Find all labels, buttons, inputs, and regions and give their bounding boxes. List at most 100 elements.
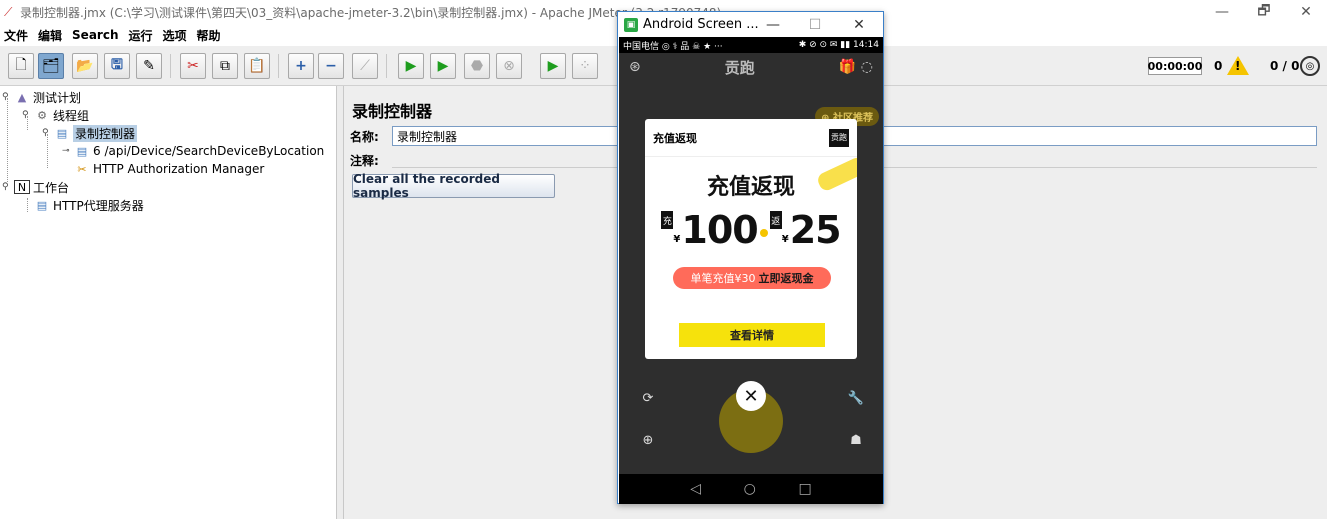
expand-toggle-icon[interactable]: ⚲ <box>2 182 14 192</box>
charge-amount: 100 <box>681 208 758 252</box>
promo-popup: 充值返现 贡跑 充值返现 充 ¥ 100 返 ¥ 25 单笔充值¥30 立即返现… <box>645 119 857 359</box>
tree-node-label: 6 /api/Device/SearchDeviceByLocation <box>93 144 325 158</box>
new-icon[interactable]: 🗋 <box>8 53 34 79</box>
menu-search[interactable]: Search <box>72 28 118 42</box>
expand-toggle-icon[interactable]: ⊸ <box>62 146 74 156</box>
nav-recent-icon[interactable]: □ <box>798 481 811 497</box>
promo-title: 充值返现 <box>706 175 795 200</box>
menu-file[interactable]: 文件 <box>4 27 28 44</box>
android-close-button[interactable]: ✕ <box>842 12 876 37</box>
proxy-icon: ▤ <box>36 198 48 212</box>
warning-count: 0 <box>1214 59 1223 73</box>
tree-node-test-plan[interactable]: ⚲ ▲ 测试计划 <box>2 88 81 106</box>
tree-node-workbench[interactable]: ⚲ N 工作台 <box>2 178 69 196</box>
comment-label: 注释: <box>350 153 379 168</box>
collapse-icon[interactable]: − <box>318 53 344 79</box>
status-right: ✱ ⊘ ⊙ ✉ ▮▮ 14:14 <box>798 40 879 50</box>
start-icon[interactable]: ▶ <box>398 53 424 79</box>
app-brand: 贡跑 <box>724 58 755 77</box>
jmeter-feather-icon: ⟋ <box>4 4 13 19</box>
popup-header-title: 充值返现 <box>653 131 697 145</box>
clear-recorded-samples-button[interactable]: Clear all the recorded samples <box>352 172 555 200</box>
templates-icon[interactable]: 🗂 <box>38 53 64 79</box>
popup-close-icon[interactable]: ✕ <box>736 381 766 411</box>
cut-icon[interactable]: ✂ <box>180 53 206 79</box>
save-icon[interactable]: 🖫 <box>104 53 130 79</box>
tree-node-label: 录制控制器 <box>73 124 138 142</box>
copy-icon[interactable]: ⧉ <box>212 53 238 79</box>
gift-message-icon[interactable]: 🎁 ◌ <box>839 59 873 75</box>
expand-icon[interactable]: + <box>288 53 314 79</box>
refresh-icon[interactable]: ⟳ <box>639 389 657 407</box>
remote-globe-icon[interactable]: ◎ <box>1300 56 1320 76</box>
user-icon[interactable]: ⊛ <box>629 59 641 75</box>
tree-node-auth-manager[interactable]: ✂ HTTP Authorization Manager <box>74 160 264 178</box>
promo-amounts: 充 ¥ 100 返 ¥ 25 <box>645 211 857 249</box>
maximize-button[interactable]: 🗗 <box>1243 0 1285 24</box>
workbench-icon: N <box>14 180 30 194</box>
stop-icon[interactable]: ⬣ <box>464 53 490 79</box>
elapsed-timer: 00:00:00 <box>1148 57 1202 75</box>
android-nav-bar: ◁ ○ □ <box>619 474 883 504</box>
tree-node-sampler[interactable]: ⊸ ▤ 6 /api/Device/SearchDeviceByLocation <box>62 142 324 160</box>
pill-text: 单笔充值¥30 <box>690 272 756 285</box>
android-window-titlebar: ▣ Android Screen ... — ☐ ✕ <box>618 12 883 37</box>
tree-node-thread-group[interactable]: ⚲ ⚙ 线程组 <box>22 106 89 124</box>
nav-back-icon[interactable]: ◁ <box>690 481 701 497</box>
tree-node-proxy-server[interactable]: ▤ HTTP代理服务器 <box>34 196 144 214</box>
test-plan-tree: ⚲ ▲ 测试计划 ⚲ ⚙ 线程组 ⚲ ▤ 录制控制器 ⊸ ▤ 6 /api/De… <box>0 86 336 519</box>
android-minimize-button[interactable]: — <box>756 12 790 37</box>
currency-symbol: ¥ <box>781 234 789 245</box>
warning-icon[interactable] <box>1227 56 1249 75</box>
wrench-scissors-icon: ✂ <box>77 162 87 176</box>
expand-toggle-icon[interactable]: ⚲ <box>42 128 54 138</box>
active-threads-count: 0 / 0 <box>1270 59 1300 73</box>
expand-toggle-icon[interactable]: ⚲ <box>2 92 14 102</box>
tree-node-label: HTTP Authorization Manager <box>93 162 265 176</box>
sampler-icon: ▤ <box>76 144 88 158</box>
expand-toggle-icon[interactable]: ⚲ <box>22 110 34 120</box>
remote-stop-icon[interactable]: ⁘ <box>572 53 598 79</box>
gear-icon: ⚙ <box>37 108 47 122</box>
menu-help[interactable]: 帮助 <box>197 27 221 44</box>
phone-status-bar: 中国电信 ◎ ⚕ 品 ☠ ★ ··· ✱ ⊘ ⊙ ✉ ▮▮ 14:14 <box>619 37 883 53</box>
nav-home-icon[interactable]: ○ <box>744 481 756 497</box>
wrench-icon[interactable]: 🔧 <box>847 389 865 407</box>
popup-header: 充值返现 贡跑 <box>645 119 857 157</box>
currency-symbol: ¥ <box>673 234 681 245</box>
shutdown-icon[interactable]: ⊗ <box>496 53 522 79</box>
android-maximize-button[interactable]: ☐ <box>798 12 832 37</box>
android-app-icon: ▣ <box>624 17 638 32</box>
controller-icon: ▤ <box>56 126 68 140</box>
locate-icon[interactable]: ⊕ <box>639 431 657 449</box>
menu-options[interactable]: 选项 <box>163 27 187 44</box>
toggle-icon[interactable]: ⟋ <box>352 53 378 79</box>
charge-tag: 充 <box>661 211 674 229</box>
start-no-pauses-icon[interactable]: ▶ <box>430 53 456 79</box>
minimize-button[interactable]: — <box>1201 0 1243 24</box>
open-icon[interactable]: 📂 <box>72 53 98 79</box>
phone-screen[interactable]: 中国电信 ◎ ⚕ 品 ☠ ★ ··· ✱ ⊘ ⊙ ✉ ▮▮ 14:14 ⊛ 贡跑… <box>619 37 883 504</box>
app-header: ⊛ 贡跑 🎁 ◌ <box>619 53 883 81</box>
popup-logo: 贡跑 <box>829 128 849 147</box>
save-as-icon[interactable]: ✎ <box>136 53 162 79</box>
menu-run[interactable]: 运行 <box>128 27 152 44</box>
remote-start-icon[interactable]: ▶ <box>540 53 566 79</box>
name-label: 名称: <box>350 129 379 144</box>
return-amount: 25 <box>789 208 842 252</box>
panel-title: 录制控制器 <box>352 102 433 121</box>
service-icon[interactable]: ☗ <box>847 431 865 449</box>
android-window-title: Android Screen ... <box>643 17 759 32</box>
view-details-button[interactable]: 查看详情 <box>679 323 825 347</box>
menu-edit[interactable]: 编辑 <box>38 27 62 44</box>
promo-pill: 单笔充值¥30 立即返现金 <box>673 267 831 289</box>
test-plan-icon: ▲ <box>17 90 27 104</box>
close-button[interactable]: ✕ <box>1285 0 1327 24</box>
android-screen-window: ▣ Android Screen ... — ☐ ✕ 中国电信 ◎ ⚕ 品 ☠ … <box>617 11 884 504</box>
tree-node-label: 工作台 <box>33 180 70 195</box>
panel-splitter[interactable] <box>336 86 344 519</box>
paste-icon[interactable]: 📋 <box>244 53 270 79</box>
tree-node-label: 线程组 <box>53 108 90 123</box>
tree-node-recording-controller[interactable]: ⚲ ▤ 录制控制器 <box>42 124 138 142</box>
tree-node-label: HTTP代理服务器 <box>53 198 144 213</box>
